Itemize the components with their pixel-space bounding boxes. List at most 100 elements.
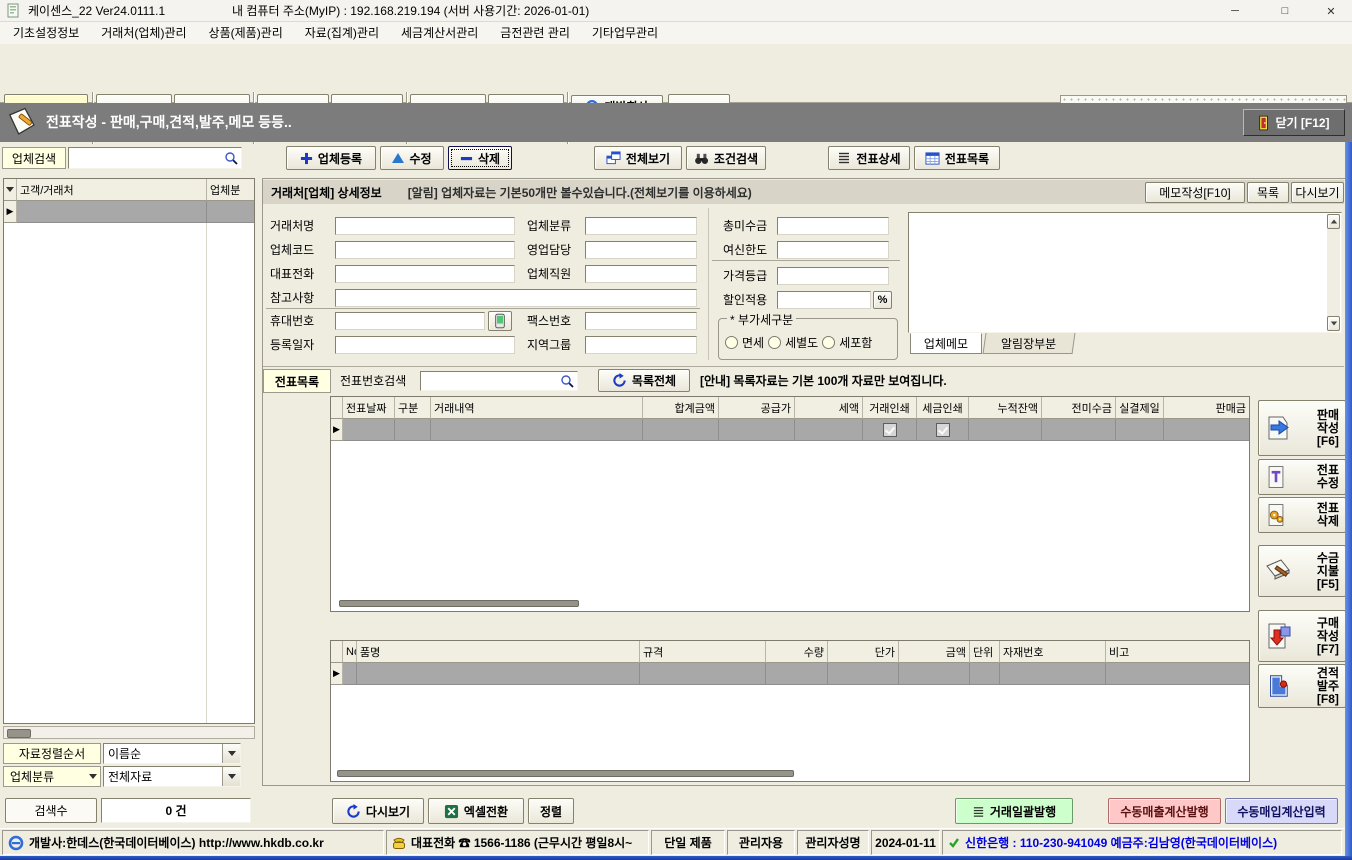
titlebar: 케이센스_22 Ver24.0111.1 내 컴퓨터 주소(MyIP) : 19… bbox=[0, 0, 1352, 22]
item-grid-selected-row[interactable]: ▶ bbox=[331, 663, 1249, 685]
bottom-reload-button[interactable]: 다시보기 bbox=[332, 798, 424, 824]
item-col-spec: 규격 bbox=[640, 641, 766, 663]
tax-print-checkbox[interactable] bbox=[936, 423, 950, 437]
slip-edit-button[interactable]: 전표 수정 bbox=[1258, 459, 1346, 495]
chevron-down-icon[interactable] bbox=[86, 767, 100, 786]
menu-item-product-mgmt[interactable]: 상품(제품)관리 bbox=[198, 22, 294, 44]
scroll-down-button[interactable] bbox=[1327, 316, 1340, 331]
list-button[interactable]: 목록 bbox=[1247, 182, 1289, 203]
mobile-input[interactable] bbox=[335, 312, 485, 330]
column-menu-button[interactable] bbox=[4, 179, 17, 201]
client-memo-area[interactable] bbox=[908, 212, 1342, 333]
discount-label: 할인적용 bbox=[723, 291, 767, 309]
batch-issue-button[interactable]: 거래일괄발행 bbox=[955, 798, 1073, 824]
price-grade-input[interactable] bbox=[777, 267, 889, 285]
client-list-cell bbox=[17, 201, 207, 223]
credit-limit-input[interactable] bbox=[777, 241, 889, 259]
search-icon[interactable] bbox=[560, 374, 574, 388]
client-name-input[interactable] bbox=[335, 217, 515, 235]
phone-icon bbox=[392, 836, 406, 850]
purchase-write-button[interactable]: 구매 작성 [F7] bbox=[1258, 610, 1346, 662]
menu-item-data-mgmt[interactable]: 자료(집계)관리 bbox=[294, 22, 390, 44]
slip-section-title: 전표목록 bbox=[263, 369, 331, 393]
menu-item-client-mgmt[interactable]: 거래처(업체)관리 bbox=[90, 22, 197, 44]
client-staff-input[interactable] bbox=[585, 265, 697, 283]
client-list-hscrollbar[interactable] bbox=[3, 726, 255, 739]
tab-alert-ledger[interactable]: 알림장부분 bbox=[983, 333, 1076, 354]
region-group-input[interactable] bbox=[585, 336, 697, 354]
trade-print-checkbox[interactable] bbox=[883, 423, 897, 437]
slip-delete-button[interactable]: 전표 삭제 bbox=[1258, 497, 1346, 533]
client-class-input[interactable] bbox=[585, 217, 697, 235]
status-date-text: 2024-01-11 bbox=[875, 836, 936, 850]
menu-item-taxinvoice-mgmt[interactable]: 세금계산서관리 bbox=[390, 22, 489, 44]
vat-included-radio[interactable] bbox=[822, 336, 835, 349]
bottom-reload-label: 다시보기 bbox=[366, 803, 410, 820]
slip-list-button[interactable]: 전표목록 bbox=[914, 146, 1000, 170]
class-filter-combo[interactable]: 전체자료 bbox=[103, 766, 241, 787]
quote-order-button[interactable]: 견적 발주 [F8] bbox=[1258, 664, 1346, 708]
note-input[interactable] bbox=[335, 289, 697, 307]
menu-item-basic-settings[interactable]: 기초설정정보 bbox=[2, 22, 90, 44]
total-receivable-input[interactable] bbox=[777, 217, 889, 235]
client-register-button[interactable]: 업체등록 bbox=[286, 146, 376, 170]
maximize-button[interactable]: □ bbox=[1260, 0, 1310, 22]
client-list-selected-row[interactable]: ▶ bbox=[4, 201, 254, 223]
price-grade-label: 가격등급 bbox=[723, 267, 767, 285]
discount-input[interactable] bbox=[777, 291, 871, 309]
detail-reload-button[interactable]: 다시보기 bbox=[1291, 182, 1344, 203]
item-grid-header: No 품명 규격 수량 단가 금액 단위 자재번호 비고 bbox=[331, 641, 1249, 663]
manual-sales-invoice-button[interactable]: 수동매출계산발행 bbox=[1108, 798, 1221, 824]
sort-button[interactable]: 정렬 bbox=[528, 798, 574, 824]
class-filter-field-combo[interactable]: 업체분류 bbox=[3, 766, 101, 787]
fax-input[interactable] bbox=[585, 312, 697, 330]
client-code-input[interactable] bbox=[335, 241, 515, 259]
list-all-button[interactable]: 목록전체 bbox=[598, 369, 690, 392]
client-name-label: 거래처명 bbox=[270, 217, 314, 235]
sort-order-combo[interactable]: 이름순 bbox=[103, 743, 241, 764]
view-all-button[interactable]: 전체보기 bbox=[594, 146, 682, 170]
chevron-down-icon[interactable] bbox=[222, 744, 240, 763]
excel-export-button[interactable]: 엑셀전환 bbox=[428, 798, 524, 824]
chevron-down-icon bbox=[6, 187, 14, 192]
memo-vscrollbar[interactable] bbox=[1327, 214, 1340, 331]
slip-col-balance: 누적잔액 bbox=[969, 397, 1042, 419]
scrollbar-thumb[interactable] bbox=[7, 729, 31, 738]
slip-col-date: 전표날짜 bbox=[343, 397, 395, 419]
search-count-value: 0 건 bbox=[101, 798, 251, 823]
percent-button[interactable]: % bbox=[873, 291, 892, 309]
close-screen-button[interactable]: 닫기 [F12] bbox=[1243, 109, 1345, 136]
close-button[interactable]: ✕ bbox=[1310, 0, 1352, 22]
reg-date-input[interactable] bbox=[335, 336, 515, 354]
purchase-doc-icon bbox=[1263, 621, 1293, 651]
mobile-sms-button[interactable] bbox=[488, 311, 512, 331]
slip-grid-selected-row[interactable]: ▶ bbox=[331, 419, 1249, 441]
menu-item-other-tasks[interactable]: 기타업무관리 bbox=[581, 22, 669, 44]
sale-write-button[interactable]: 판매 작성 [F6] bbox=[1258, 400, 1346, 456]
menu-item-money-mgmt[interactable]: 금전관련 관리 bbox=[489, 22, 581, 44]
slip-grid-hscroll-thumb[interactable] bbox=[339, 600, 579, 607]
condition-search-button[interactable]: 조건검색 bbox=[686, 146, 766, 170]
slip-detail-button[interactable]: 전표상세 bbox=[828, 146, 910, 170]
search-icon[interactable] bbox=[224, 151, 238, 165]
payment-button[interactable]: 수금 지불 [F5] bbox=[1258, 545, 1346, 597]
chevron-down-icon[interactable] bbox=[222, 767, 240, 786]
item-grid-hscroll-thumb[interactable] bbox=[337, 770, 794, 777]
memo-write-button[interactable]: 메모작성[F10] bbox=[1145, 182, 1245, 203]
tab-client-memo[interactable]: 업체메모 bbox=[910, 333, 982, 354]
item-col-price: 단가 bbox=[828, 641, 899, 663]
minimize-button[interactable]: ─ bbox=[1210, 0, 1260, 22]
sales-rep-input[interactable] bbox=[585, 241, 697, 259]
main-phone-input[interactable] bbox=[335, 265, 515, 283]
manual-purchase-entry-button[interactable]: 수동매입계산입력 bbox=[1225, 798, 1338, 824]
window-ip-info: 내 컴퓨터 주소(MyIP) : 192.168.219.194 (서버 사용기… bbox=[232, 0, 589, 22]
vat-separate-radio[interactable] bbox=[768, 336, 781, 349]
client-modify-button[interactable]: 수정 bbox=[380, 146, 444, 170]
vat-exempt-radio[interactable] bbox=[725, 336, 738, 349]
scroll-up-button[interactable] bbox=[1327, 214, 1340, 229]
slip-number-search-input[interactable] bbox=[422, 373, 558, 389]
client-search-box bbox=[68, 147, 242, 169]
client-delete-button[interactable]: 삭제 bbox=[448, 146, 512, 170]
batch-issue-label: 거래일괄발행 bbox=[990, 803, 1056, 820]
client-search-input[interactable] bbox=[70, 149, 222, 167]
